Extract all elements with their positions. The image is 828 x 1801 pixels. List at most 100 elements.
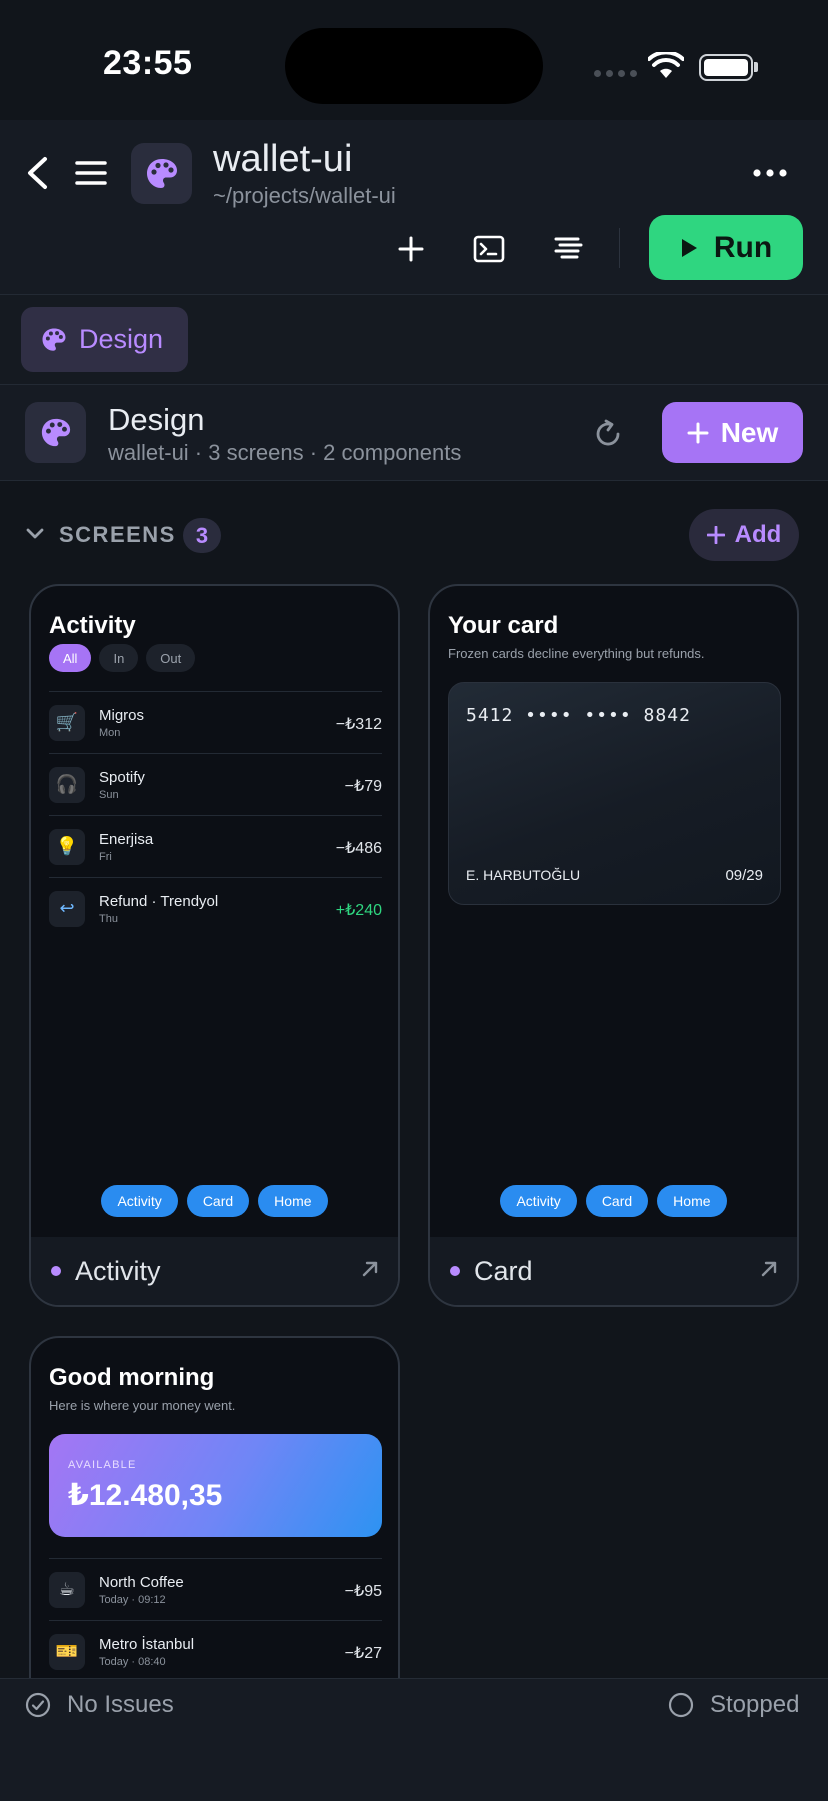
logs-icon[interactable] — [550, 232, 586, 266]
filter-chips: All In Out — [49, 644, 196, 672]
palette-icon — [131, 143, 192, 204]
run-state-label: Stopped — [710, 1691, 800, 1718]
row-amount: −₺312 — [335, 716, 382, 733]
preview-subtitle: Here is where your money went. — [49, 1398, 236, 1413]
back-icon[interactable] — [22, 155, 52, 191]
terminal-icon[interactable] — [471, 232, 507, 266]
card-expiry: 09/29 — [725, 867, 763, 884]
row-amount: −₺27 — [344, 1645, 382, 1662]
plus-icon — [687, 422, 709, 443]
row-amount: −₺79 — [344, 778, 382, 795]
battery-icon — [699, 54, 753, 81]
nav-chip: Activity — [101, 1185, 178, 1217]
nav-chip: Home — [657, 1185, 727, 1217]
palette-icon — [25, 402, 86, 463]
filter-chip: In — [99, 644, 139, 672]
new-label: New — [720, 416, 779, 448]
panel-subtitle: wallet-ui · 3 screens · 2 components — [108, 440, 462, 465]
check-circle-icon — [25, 1692, 51, 1718]
run-state-indicator[interactable]: Stopped — [668, 1691, 799, 1719]
wifi-icon — [647, 50, 685, 85]
card-holder: E. HARBUTOĞLU — [466, 867, 581, 883]
status-time: 23:55 — [103, 44, 193, 82]
project-title: wallet-ui — [213, 138, 353, 180]
play-icon — [681, 238, 697, 257]
row-meta: Mon — [99, 726, 121, 739]
filter-chip: Out — [146, 644, 196, 672]
lightbulb-icon: 💡 — [49, 828, 85, 865]
card-footer: Card — [430, 1237, 797, 1305]
headphones-icon: 🎧 — [49, 766, 85, 803]
project-path: ~/projects/wallet-ui — [213, 183, 396, 208]
plus-icon — [706, 526, 725, 544]
row-meta: Sun — [99, 788, 119, 801]
preview-title: Activity — [49, 612, 136, 639]
panel-title: Design — [108, 402, 205, 437]
cart-icon: 🛒 — [49, 704, 85, 741]
row-amount: +₺240 — [335, 902, 382, 919]
row-meta: Today · 08:40 — [99, 1655, 166, 1668]
filter-chip: All — [49, 644, 92, 672]
tab-design[interactable]: Design — [21, 307, 188, 372]
open-arrow-icon[interactable] — [360, 1259, 380, 1284]
row-amount: −₺95 — [344, 1583, 382, 1600]
balance-card: AVAILABLE ₺12.480,35 — [49, 1434, 382, 1537]
preview-bottom-nav: Activity Card Home — [430, 1185, 797, 1217]
open-arrow-icon[interactable] — [759, 1259, 779, 1284]
row-name: Enerjisa — [99, 830, 154, 848]
row-name: Spotify — [99, 768, 145, 786]
row-meta: Thu — [99, 912, 118, 925]
row-name: Refund · Trendyol — [99, 892, 219, 910]
bank-card: 5412 •••• •••• 8842 E. HARBUTOĞLU 09/29 — [448, 682, 781, 905]
add-file-icon[interactable] — [394, 232, 428, 266]
nav-chip: Activity — [500, 1185, 577, 1217]
battery-cap — [754, 62, 758, 72]
status-dot — [450, 1266, 460, 1276]
transaction-list: 🛒 Migros Mon −₺312 🎧 Spotify Sun −₺79 💡 En… — [49, 691, 382, 939]
refund-icon: ↩ — [49, 890, 85, 927]
card-footer-label: Card — [474, 1255, 533, 1286]
nav-chip: Card — [585, 1185, 649, 1217]
new-button[interactable]: New — [662, 402, 803, 463]
dynamic-island — [285, 28, 543, 104]
run-button[interactable]: Run — [649, 215, 803, 280]
add-screen-button[interactable]: Add — [689, 509, 799, 561]
nav-chip: Home — [258, 1185, 328, 1217]
row-amount: −₺486 — [335, 840, 382, 857]
issues-indicator[interactable]: No Issues — [25, 1691, 174, 1719]
row-name: Metro İstanbul — [99, 1635, 195, 1653]
more-icon[interactable] — [750, 158, 790, 188]
screen-card-card[interactable]: Your card Frozen cards decline everythin… — [428, 584, 799, 1307]
balance-value: ₺12.480,35 — [68, 1479, 223, 1512]
row-name: Migros — [99, 706, 145, 724]
card-footer-label: Activity — [75, 1255, 161, 1286]
coffee-icon: ☕ — [49, 1571, 85, 1608]
run-label: Run — [713, 230, 773, 264]
menu-icon[interactable] — [74, 158, 108, 188]
preview-bottom-nav: Activity Card Home — [31, 1185, 398, 1217]
tab-design-label: Design — [79, 324, 164, 354]
section-title: SCREENS — [59, 522, 176, 547]
available-label: AVAILABLE — [68, 1459, 137, 1471]
row-meta: Fri — [99, 850, 112, 863]
transaction-list: ☕ North Coffee Today · 09:12 −₺95 🎫 Metro… — [49, 1558, 382, 1682]
list-item: ☕ North Coffee Today · 09:12 −₺95 — [49, 1558, 382, 1620]
refresh-icon[interactable] — [590, 416, 626, 452]
section-count-badge: 3 — [183, 518, 221, 553]
list-item: ↩ Refund · Trendyol Thu +₺240 — [49, 877, 382, 939]
list-item: 🎫 Metro İstanbul Today · 08:40 −₺27 — [49, 1620, 382, 1682]
preview-title: Your card — [448, 612, 559, 639]
screen-card-activity[interactable]: Activity All In Out 🛒 Migros Mon −₺312 🎧 … — [29, 584, 400, 1307]
issues-label: No Issues — [67, 1691, 174, 1718]
list-item: 💡 Enerjisa Fri −₺486 — [49, 815, 382, 877]
circle-icon — [668, 1692, 694, 1718]
card-number: 5412 •••• •••• 8842 — [466, 705, 691, 726]
ticket-icon: 🎫 — [49, 1633, 85, 1670]
status-dot — [51, 1266, 61, 1276]
cellular-signal-icon — [594, 70, 637, 77]
chevron-down-icon[interactable] — [25, 524, 45, 549]
add-label: Add — [734, 521, 782, 548]
preview-subtitle: Frozen cards decline everything but refu… — [448, 646, 705, 661]
preview-title: Good morning — [49, 1364, 215, 1391]
toolbar-divider — [619, 228, 620, 268]
